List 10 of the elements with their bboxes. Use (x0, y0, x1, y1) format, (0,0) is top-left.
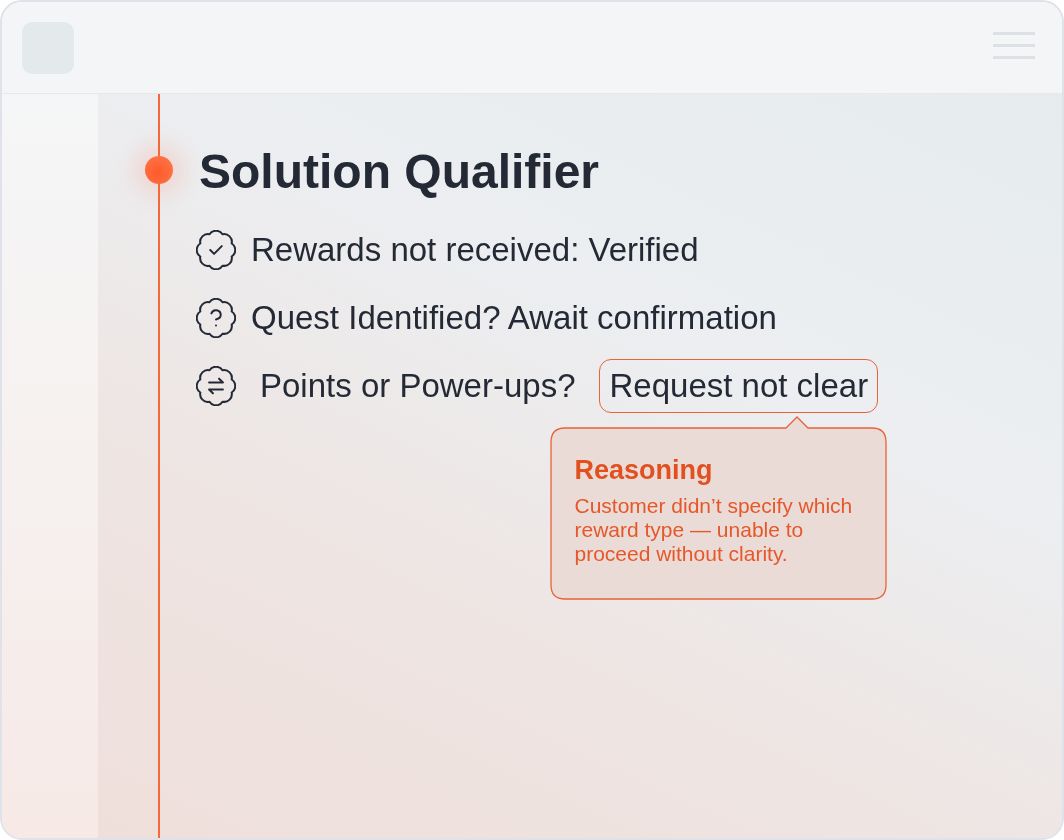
status-tag: Request not clear (599, 359, 879, 413)
check-text: Quest Identified? Await confirmation (251, 298, 777, 338)
check-text: Rewards not received: Verified (251, 230, 699, 270)
check-text: Points or Power-ups? (260, 366, 576, 406)
tooltip-title: Reasoning (574, 454, 714, 486)
badge-arrows-icon (196, 366, 236, 406)
section-title: Solution Qualifier (199, 144, 600, 200)
badge-question-icon (196, 298, 236, 338)
tooltip-text: Customer didn’t specify which reward type — unable to proceed without clarity. (574, 494, 854, 566)
badge-check-icon (196, 230, 236, 270)
